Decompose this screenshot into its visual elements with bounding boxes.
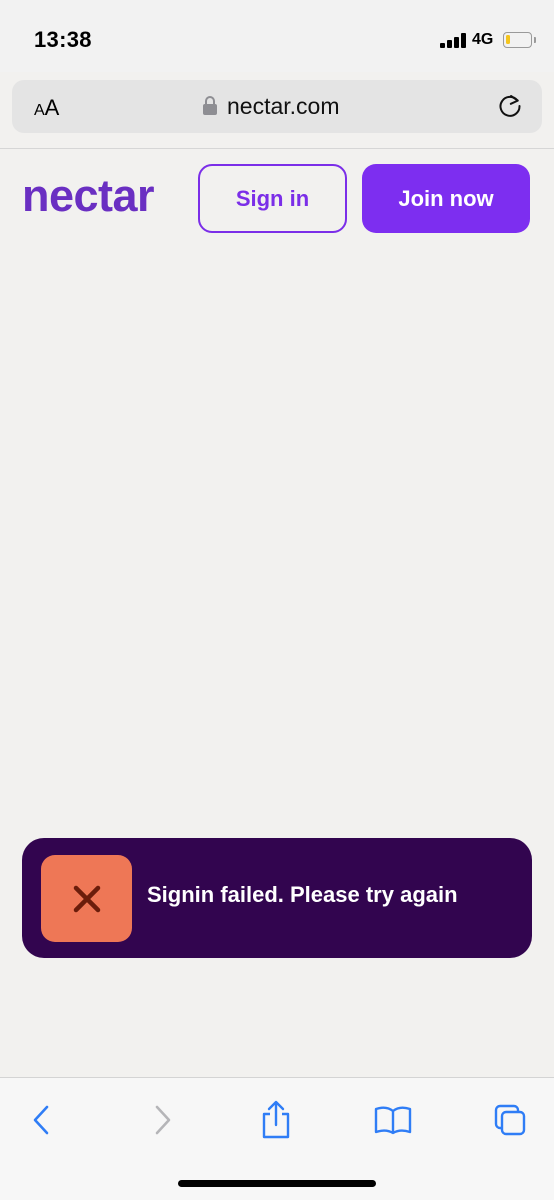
toast-message: Signin failed. Please try again: [147, 882, 458, 907]
error-toast: Signin failed. Please try again: [22, 838, 532, 958]
text-size-button[interactable]: AA: [34, 95, 59, 121]
share-button[interactable]: [256, 1100, 296, 1140]
status-bar: 13:38 4G: [0, 0, 554, 72]
url-text[interactable]: nectar.com: [227, 93, 340, 120]
reload-icon[interactable]: [496, 92, 524, 120]
bookmarks-button[interactable]: [373, 1100, 413, 1140]
status-time: 13:38: [34, 27, 92, 52]
tabs-button[interactable]: [490, 1100, 530, 1140]
battery-cap: [534, 37, 536, 43]
nectar-logo[interactable]: nectar: [22, 170, 155, 222]
back-icon: [33, 1105, 49, 1135]
bookmarks-icon: [374, 1106, 412, 1135]
battery-icon: [503, 32, 532, 48]
error-icon-box: [41, 855, 132, 942]
sign-in-button[interactable]: Sign in: [198, 164, 347, 233]
forward-button[interactable]: [142, 1100, 182, 1140]
home-indicator: [178, 1180, 376, 1187]
forward-icon: [155, 1105, 171, 1135]
close-icon: [73, 885, 100, 912]
page: 13:38 4G AA nectar.com nectar Sign in Jo…: [0, 0, 554, 1200]
network-type: 4G: [472, 31, 494, 48]
signal-icon: [440, 33, 466, 48]
join-now-button[interactable]: Join now: [362, 164, 530, 233]
browser-divider: [0, 148, 554, 149]
tabs-icon: [494, 1104, 526, 1136]
share-icon: [262, 1100, 290, 1139]
lock-icon: [203, 96, 217, 115]
back-button[interactable]: [22, 1100, 62, 1140]
battery-level: [506, 35, 510, 44]
address-bar[interactable]: AA nectar.com: [12, 80, 542, 133]
